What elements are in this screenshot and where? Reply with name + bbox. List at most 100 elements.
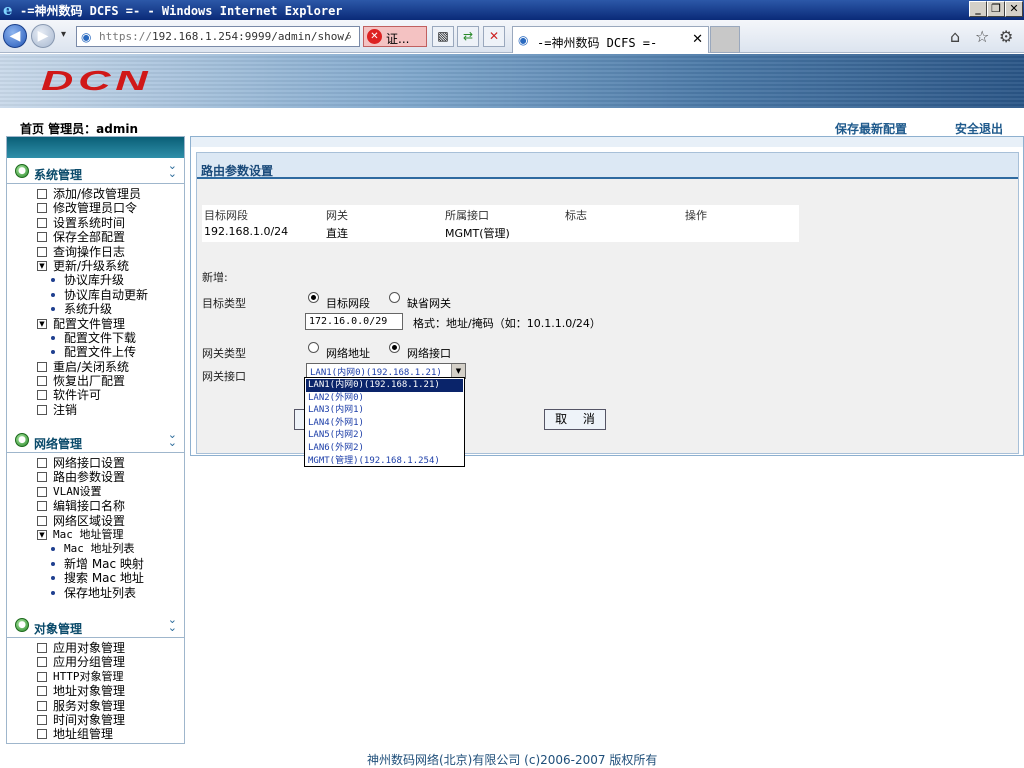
new-tab-button[interactable]	[710, 26, 740, 53]
sidebar: ● 系统管理 ⌄ ⌄ 添加/修改管理员 修改管理员口令 设置系统时间 保存全部配置 查询操作日志…	[6, 136, 185, 744]
tree-expander-icon	[37, 189, 47, 199]
panel-title: 路由参数设置	[201, 164, 274, 178]
sidebar-item[interactable]: 重启/关闭系统	[7, 360, 184, 374]
sidebar-section-header[interactable]: ● 网络管理 ⌄ ⌄	[7, 427, 184, 453]
tree-expander-icon	[37, 643, 47, 653]
home-icon[interactable]: ⌂	[950, 27, 960, 46]
collapse-icon[interactable]: ⌄ ⌄	[168, 429, 177, 448]
sidebar-item[interactable]: ▼ Mac 地址管理	[7, 528, 184, 542]
tree-expander-icon	[37, 515, 47, 526]
sidebar-item[interactable]: 应用对象管理	[7, 641, 184, 655]
sidebar-item[interactable]: 查询操作日志	[7, 245, 184, 259]
sidebar-item[interactable]: 地址组管理	[7, 727, 184, 741]
sidebar-item[interactable]: 网络接口设置	[7, 456, 184, 470]
sidebar-item[interactable]: ▼ 配置文件管理	[7, 317, 184, 331]
sidebar-item[interactable]: 设置系统时间	[7, 216, 184, 230]
sidebar-subitem[interactable]: 配置文件下载	[7, 331, 184, 345]
save-config-link[interactable]: 保存最新配置	[835, 120, 907, 137]
dropdown-option[interactable]: LAN3(内网1)	[306, 404, 463, 417]
star-icon[interactable]: ☆	[975, 27, 989, 46]
sidebar-item[interactable]: 地址对象管理	[7, 684, 184, 698]
sidebar-item-label: 时间对象管理	[53, 712, 126, 727]
sidebar-subitem[interactable]: Mac 地址列表	[7, 542, 184, 556]
sidebar-item[interactable]: 注销	[7, 403, 184, 417]
gateway-interface-dropdown[interactable]: LAN1(内网0)(192.168.1.21) LAN2(外网0) LAN3(内网1…	[304, 377, 465, 467]
sidebar-section-title: 对象管理	[34, 622, 83, 636]
dropdown-option[interactable]: MGMT(管理)(192.168.1.254)	[306, 455, 463, 468]
sidebar-subitem[interactable]: 协议库自动更新	[7, 288, 184, 302]
gw-type-interface-radio[interactable]	[389, 342, 400, 353]
sidebar-item[interactable]: ▼ 更新/升级系统	[7, 259, 184, 273]
sidebar-item[interactable]: 保存全部配置	[7, 230, 184, 244]
sidebar-item-label: 恢复出厂配置	[53, 374, 126, 389]
sidebar-item[interactable]: 网络区域设置	[7, 514, 184, 528]
stop-icon[interactable]: ✕	[483, 26, 505, 47]
sidebar-item[interactable]: 编辑接口名称	[7, 499, 184, 513]
sidebar-item[interactable]: 修改管理员口令	[7, 201, 184, 215]
browser-tab[interactable]: ◉ -=神州数码 DCFS =- ✕	[512, 26, 709, 53]
refresh-icon[interactable]: ⇄	[457, 26, 479, 47]
sidebar-item[interactable]: 应用分组管理	[7, 655, 184, 669]
sidebar-section-title: 系统管理	[34, 168, 83, 182]
address-bar[interactable]: ◉ https://192.168.1.254:9999/admin/show/…	[76, 26, 360, 47]
tree-expander-icon	[37, 232, 47, 243]
cell-gateway: 直连	[326, 227, 348, 240]
close-window-button[interactable]: ✕	[1005, 1, 1023, 17]
dropdown-option[interactable]: LAN4(外网1)	[306, 417, 463, 430]
sidebar-item[interactable]: 添加/修改管理员	[7, 187, 184, 201]
sidebar-item-label: 编辑接口名称	[53, 499, 126, 514]
sidebar-subitem[interactable]: 保存地址列表	[7, 586, 184, 600]
dropdown-option[interactable]: LAN5(内网2)	[306, 429, 463, 442]
dropdown-option[interactable]: LAN1(内网0)(192.168.1.21)	[306, 379, 463, 392]
chevron-down-icon[interactable]: ▼	[451, 364, 465, 378]
cell-dest: 192.168.1.0/24	[204, 225, 289, 238]
minimize-button[interactable]: _	[969, 1, 987, 17]
dropdown-option[interactable]: LAN2(外网0)	[306, 392, 463, 405]
bullet-icon	[51, 561, 55, 566]
sidebar-item[interactable]: 软件许可	[7, 388, 184, 402]
address-url[interactable]: https://192.168.1.254:9999/admin/show/	[99, 30, 351, 43]
sidebar-item-label: 地址组管理	[53, 727, 114, 742]
sidebar-item[interactable]: 时间对象管理	[7, 713, 184, 727]
sidebar-section-header[interactable]: ● 对象管理 ⌄ ⌄	[7, 612, 184, 638]
sidebar-subitem[interactable]: 新增 Mac 映射	[7, 557, 184, 571]
gw-iface-label: 网关接口	[202, 370, 246, 383]
gear-icon[interactable]: ⚙	[999, 27, 1013, 46]
certificate-error-button[interactable]: ✕ 证...	[363, 26, 427, 47]
tree-expander-icon: ▼	[37, 260, 47, 271]
browser-toolbar: ◀ ▶ ▾ ◉ https://192.168.1.254:9999/admin…	[0, 20, 1024, 53]
dest-type-network-radio[interactable]	[308, 292, 319, 303]
back-button[interactable]: ◀	[3, 24, 27, 48]
restore-button[interactable]: ❐	[987, 1, 1005, 17]
sidebar-subitem[interactable]: 协议库升级	[7, 273, 184, 287]
sidebar-item[interactable]: 路由参数设置	[7, 470, 184, 484]
history-dropdown-icon[interactable]: ▾	[61, 29, 66, 40]
dest-network-input[interactable]: 172.16.0.0/29	[305, 313, 403, 330]
sidebar-section-header[interactable]: ● 系统管理 ⌄ ⌄	[7, 158, 184, 184]
sidebar-item[interactable]: HTTP对象管理	[7, 670, 184, 684]
tree-expander-icon	[37, 486, 47, 497]
site-banner: DCN	[0, 54, 1024, 108]
dest-type-default-radio[interactable]	[389, 292, 400, 303]
search-icon[interactable]: ⌕	[341, 28, 357, 45]
dropdown-option[interactable]: LAN6(外网2)	[306, 442, 463, 455]
sidebar-item[interactable]: VLAN设置	[7, 485, 184, 499]
tab-close-icon[interactable]: ✕	[692, 32, 703, 47]
sidebar-subitem[interactable]: 配置文件上传	[7, 345, 184, 359]
gw-type-address-radio[interactable]	[308, 342, 319, 353]
sidebar-subitem[interactable]: 系统升级	[7, 302, 184, 316]
logout-link[interactable]: 安全退出	[955, 120, 1003, 137]
sidebar-item[interactable]: 服务对象管理	[7, 699, 184, 713]
sidebar-item-label: 新增 Mac 映射	[64, 556, 144, 571]
compatibility-icon[interactable]: ▧	[432, 26, 454, 47]
sidebar-subitem[interactable]: 搜索 Mac 地址	[7, 571, 184, 585]
gw-type-address-label: 网络地址	[326, 347, 370, 360]
window-title: -=神州数码 DCFS =- - Windows Internet Explor…	[20, 4, 343, 18]
sidebar-item[interactable]: 恢复出厂配置	[7, 374, 184, 388]
forward-button[interactable]: ▶	[31, 24, 55, 48]
collapse-icon[interactable]: ⌄ ⌄	[168, 160, 177, 179]
tree-expander-icon	[37, 472, 47, 483]
col-dest: 目标网段	[204, 209, 248, 222]
collapse-icon[interactable]: ⌄ ⌄	[168, 614, 177, 633]
cancel-button[interactable]: 取 消	[544, 409, 606, 430]
